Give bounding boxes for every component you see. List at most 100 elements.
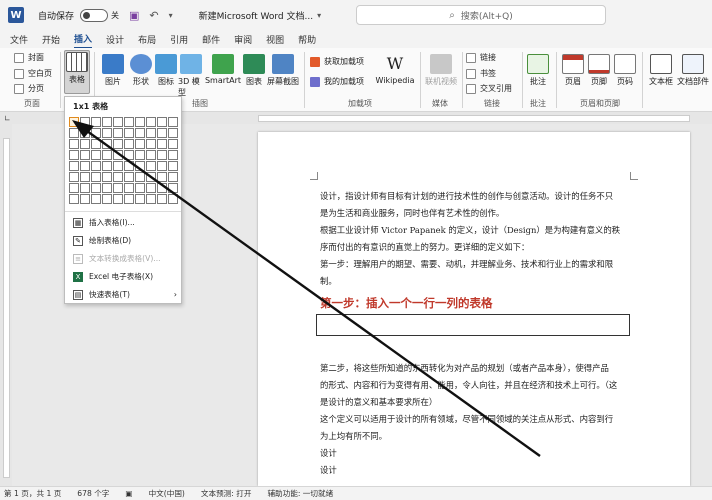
grid-cell[interactable] <box>168 172 178 182</box>
tab-mailings[interactable]: 邮件 <box>202 31 220 48</box>
save-icon[interactable]: ▣ <box>129 9 139 22</box>
my-addins-button[interactable]: 我的加载项 <box>310 76 364 87</box>
screenshot-button[interactable]: 屏幕截图 <box>266 54 300 87</box>
grid-cell[interactable] <box>69 194 79 204</box>
grid-cell[interactable] <box>157 161 167 171</box>
grid-cell[interactable] <box>146 150 156 160</box>
tab-review[interactable]: 审阅 <box>234 31 252 48</box>
grid-cell[interactable] <box>146 117 156 127</box>
wikipedia-button[interactable]: W Wikipedia <box>374 54 416 85</box>
grid-cell[interactable] <box>157 139 167 149</box>
grid-cell[interactable] <box>124 128 134 138</box>
footer-button[interactable]: 页脚 <box>588 54 610 87</box>
draw-table-item[interactable]: ✎ 绘制表格(D) <box>73 235 179 246</box>
grid-cell[interactable] <box>157 150 167 160</box>
customize-qat-icon[interactable]: ▾ <box>169 11 173 20</box>
grid-cell[interactable] <box>69 161 79 171</box>
grid-cell[interactable] <box>102 117 112 127</box>
text-box-button[interactable]: 文本框 <box>648 54 674 87</box>
bookmark-button[interactable]: 书签 <box>466 68 496 79</box>
grid-cell[interactable] <box>91 139 101 149</box>
excel-spreadsheet-item[interactable]: X Excel 电子表格(X) <box>73 271 179 282</box>
grid-cell[interactable] <box>146 139 156 149</box>
quick-parts-button[interactable]: 文档部件 <box>676 54 710 87</box>
grid-cell[interactable] <box>135 117 145 127</box>
tab-file[interactable]: 文件 <box>10 31 28 48</box>
grid-cell[interactable] <box>168 183 178 193</box>
grid-cell[interactable] <box>124 172 134 182</box>
convert-text-to-table-item[interactable]: ≡ 文本转换成表格(V)... <box>73 253 179 264</box>
grid-cell[interactable] <box>80 150 90 160</box>
comment-button[interactable]: 批注 <box>526 54 550 87</box>
document-page[interactable]: 设计，指设计师有目标有计划的进行技术性的创作与创意活动。设计的任务不只 是为生活… <box>258 132 690 486</box>
grid-cell[interactable] <box>113 139 123 149</box>
page-break-button[interactable]: 分页 <box>14 83 44 94</box>
grid-cell[interactable] <box>113 172 123 182</box>
grid-cell[interactable] <box>69 150 79 160</box>
grid-cell[interactable] <box>102 183 112 193</box>
document-title[interactable]: 新建Microsoft Word 文档... <box>199 9 313 22</box>
grid-cell[interactable] <box>80 183 90 193</box>
accessibility-status[interactable]: 辅助功能: 一切就绪 <box>267 488 333 499</box>
grid-cell[interactable] <box>168 128 178 138</box>
grid-cell[interactable] <box>113 117 123 127</box>
grid-cell[interactable] <box>91 194 101 204</box>
grid-cell[interactable] <box>168 161 178 171</box>
tab-home[interactable]: 开始 <box>42 31 60 48</box>
grid-cell[interactable] <box>91 183 101 193</box>
blank-page-button[interactable]: 空白页 <box>14 68 52 79</box>
word-count[interactable]: 678 个字 <box>77 488 109 499</box>
vertical-ruler-scale[interactable] <box>3 138 10 478</box>
table-button[interactable]: 表格 <box>66 52 88 85</box>
grid-cell[interactable] <box>113 161 123 171</box>
icons-button[interactable]: 图标 <box>155 54 177 87</box>
grid-cell[interactable] <box>80 161 90 171</box>
grid-cell[interactable] <box>135 128 145 138</box>
grid-cell[interactable] <box>168 194 178 204</box>
ruler-scale[interactable] <box>258 115 690 122</box>
grid-cell[interactable] <box>102 161 112 171</box>
grid-cell[interactable] <box>124 183 134 193</box>
body-text-top[interactable]: 设计，指设计师有目标有计划的进行技术性的创作与创意活动。设计的任务不只 是为生活… <box>320 188 632 290</box>
autosave-toggle[interactable] <box>80 8 109 22</box>
grid-cell[interactable] <box>135 183 145 193</box>
grid-cell[interactable] <box>69 172 79 182</box>
proofing-icon[interactable]: ▣ <box>125 489 132 498</box>
grid-cell[interactable] <box>135 150 145 160</box>
language-indicator[interactable]: 中文(中国) <box>149 488 185 499</box>
grid-cell[interactable] <box>157 172 167 182</box>
grid-cell[interactable] <box>102 128 112 138</box>
grid-cell[interactable] <box>91 150 101 160</box>
grid-cell[interactable] <box>69 128 79 138</box>
grid-cell[interactable] <box>69 183 79 193</box>
grid-cell[interactable] <box>168 117 178 127</box>
page-count[interactable]: 第 1 页，共 1 页 <box>4 488 61 499</box>
grid-cell[interactable] <box>80 139 90 149</box>
grid-cell[interactable] <box>91 128 101 138</box>
cover-page-button[interactable]: 封面 <box>14 52 44 63</box>
grid-cell[interactable] <box>69 139 79 149</box>
one-cell-table[interactable] <box>316 314 630 336</box>
grid-cell[interactable] <box>135 172 145 182</box>
grid-cell[interactable] <box>146 161 156 171</box>
grid-cell[interactable] <box>124 161 134 171</box>
grid-cell[interactable] <box>168 139 178 149</box>
grid-cell[interactable] <box>124 117 134 127</box>
chart-button[interactable]: 图表 <box>242 54 266 87</box>
tab-design[interactable]: 设计 <box>106 31 124 48</box>
table-size-grid[interactable] <box>69 117 178 204</box>
grid-cell[interactable] <box>157 128 167 138</box>
tab-layout[interactable]: 布局 <box>138 31 156 48</box>
tab-stop-icon[interactable]: ∟ <box>4 114 11 123</box>
grid-cell[interactable] <box>135 139 145 149</box>
grid-cell[interactable] <box>135 161 145 171</box>
grid-cell[interactable] <box>124 194 134 204</box>
grid-cell[interactable] <box>91 172 101 182</box>
grid-cell[interactable] <box>91 117 101 127</box>
grid-cell[interactable] <box>91 161 101 171</box>
chevron-down-icon[interactable]: ▾ <box>317 11 321 20</box>
quick-tables-item[interactable]: ▤ 快速表格(T) › <box>73 289 179 300</box>
tab-references[interactable]: 引用 <box>170 31 188 48</box>
grid-cell[interactable] <box>146 128 156 138</box>
grid-cell[interactable] <box>102 194 112 204</box>
